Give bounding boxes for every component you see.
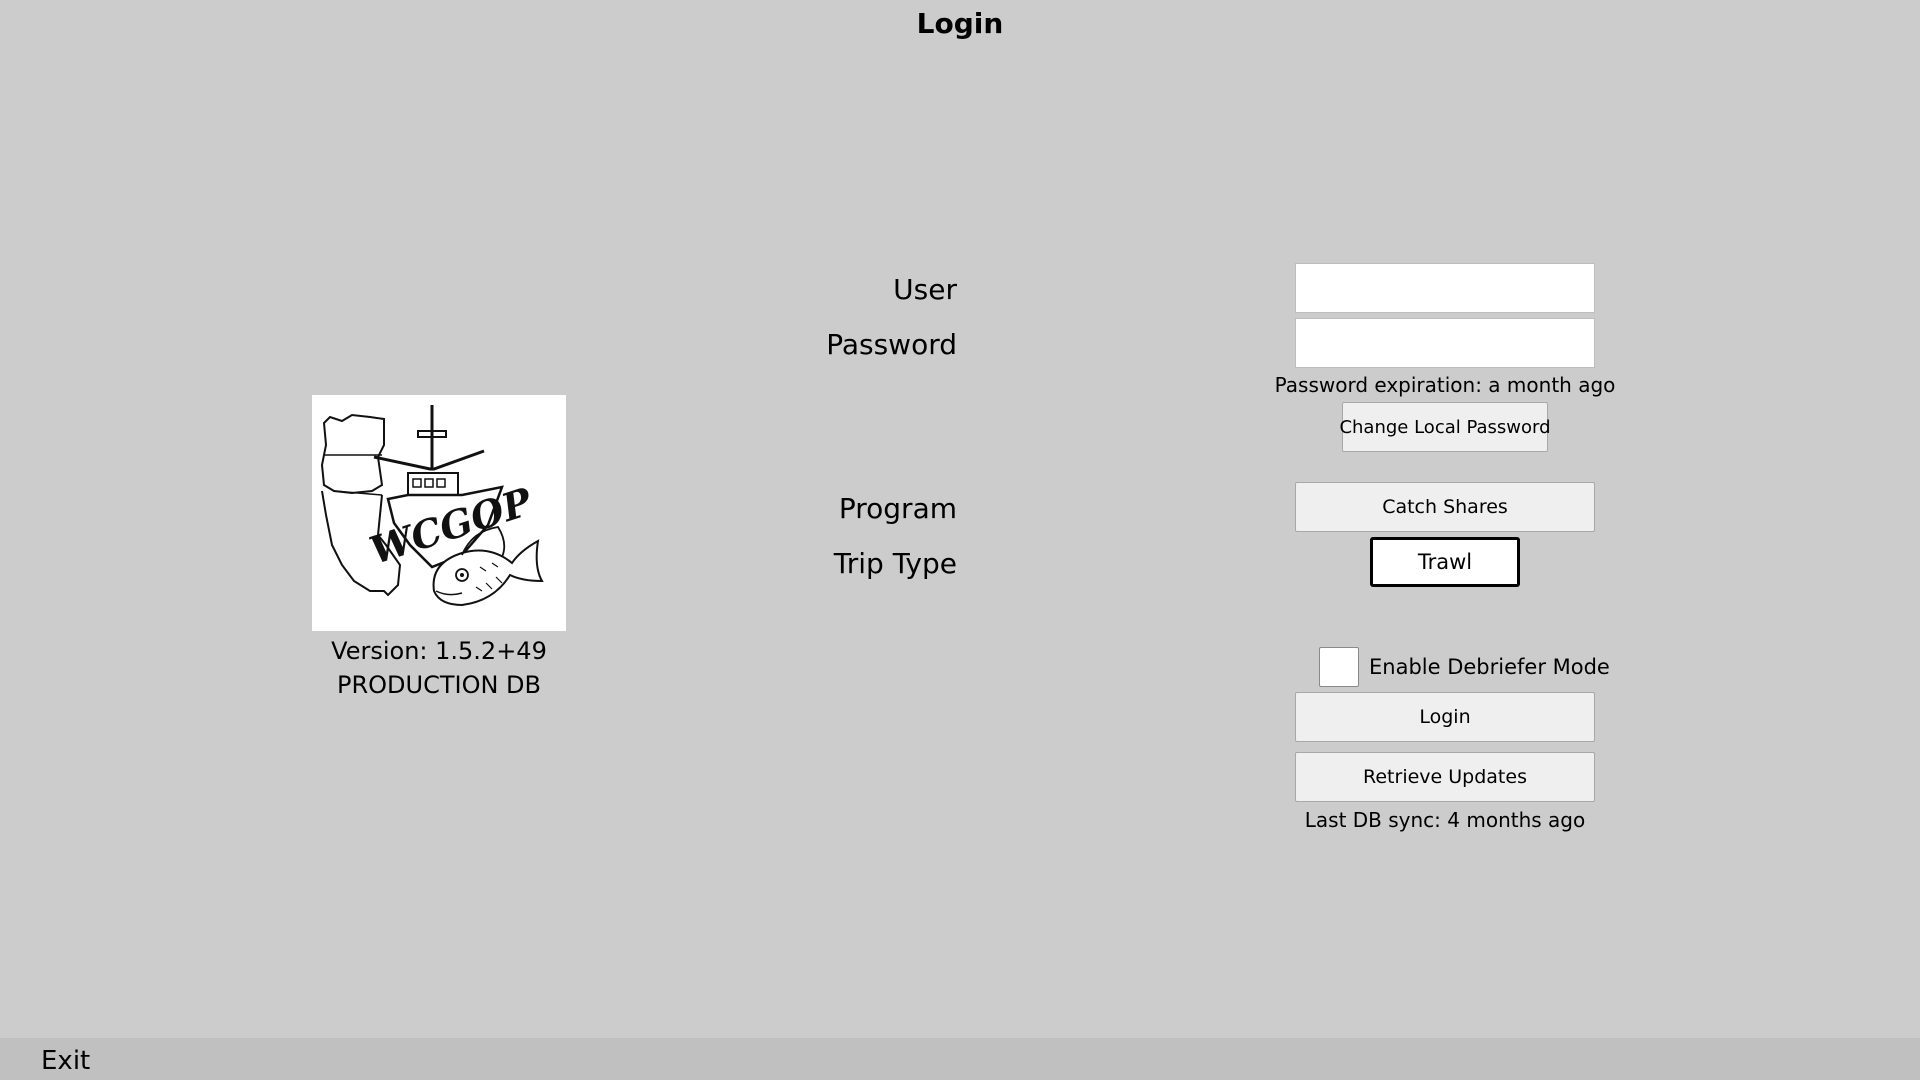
user-label: User xyxy=(893,273,957,306)
login-button[interactable]: Login xyxy=(1295,692,1595,742)
version-text: Version: 1.5.2+49 xyxy=(331,637,547,665)
wcgop-logo-graphic: WCGOP xyxy=(320,405,544,607)
login-screen: Login WCGOP Version: 1.5.2+49 PRODUCTION… xyxy=(0,0,1920,1080)
debriefer-mode-checkbox[interactable] xyxy=(1319,647,1359,687)
password-input[interactable] xyxy=(1295,318,1595,368)
last-db-sync-text: Last DB sync: 4 months ago xyxy=(1304,808,1586,832)
password-label: Password xyxy=(826,328,957,361)
program-select-button[interactable]: Catch Shares xyxy=(1295,482,1595,532)
password-expiration-text: Password expiration: a month ago xyxy=(1274,373,1616,397)
page-title: Login xyxy=(916,7,1004,40)
footer-bar: Exit xyxy=(0,1038,1920,1080)
retrieve-updates-button[interactable]: Retrieve Updates xyxy=(1295,752,1595,802)
exit-button[interactable]: Exit xyxy=(41,1044,90,1078)
user-input[interactable] xyxy=(1295,263,1595,313)
database-text: PRODUCTION DB xyxy=(337,671,541,699)
trip-type-label: Trip Type xyxy=(833,547,957,580)
wcgop-logo: WCGOP xyxy=(312,395,566,631)
trip-type-button[interactable]: Trawl xyxy=(1370,537,1520,587)
program-label: Program xyxy=(838,492,957,525)
change-local-password-button[interactable]: Change Local Password xyxy=(1339,402,1551,452)
debriefer-mode-label: Enable Debriefer Mode xyxy=(1369,655,1610,679)
